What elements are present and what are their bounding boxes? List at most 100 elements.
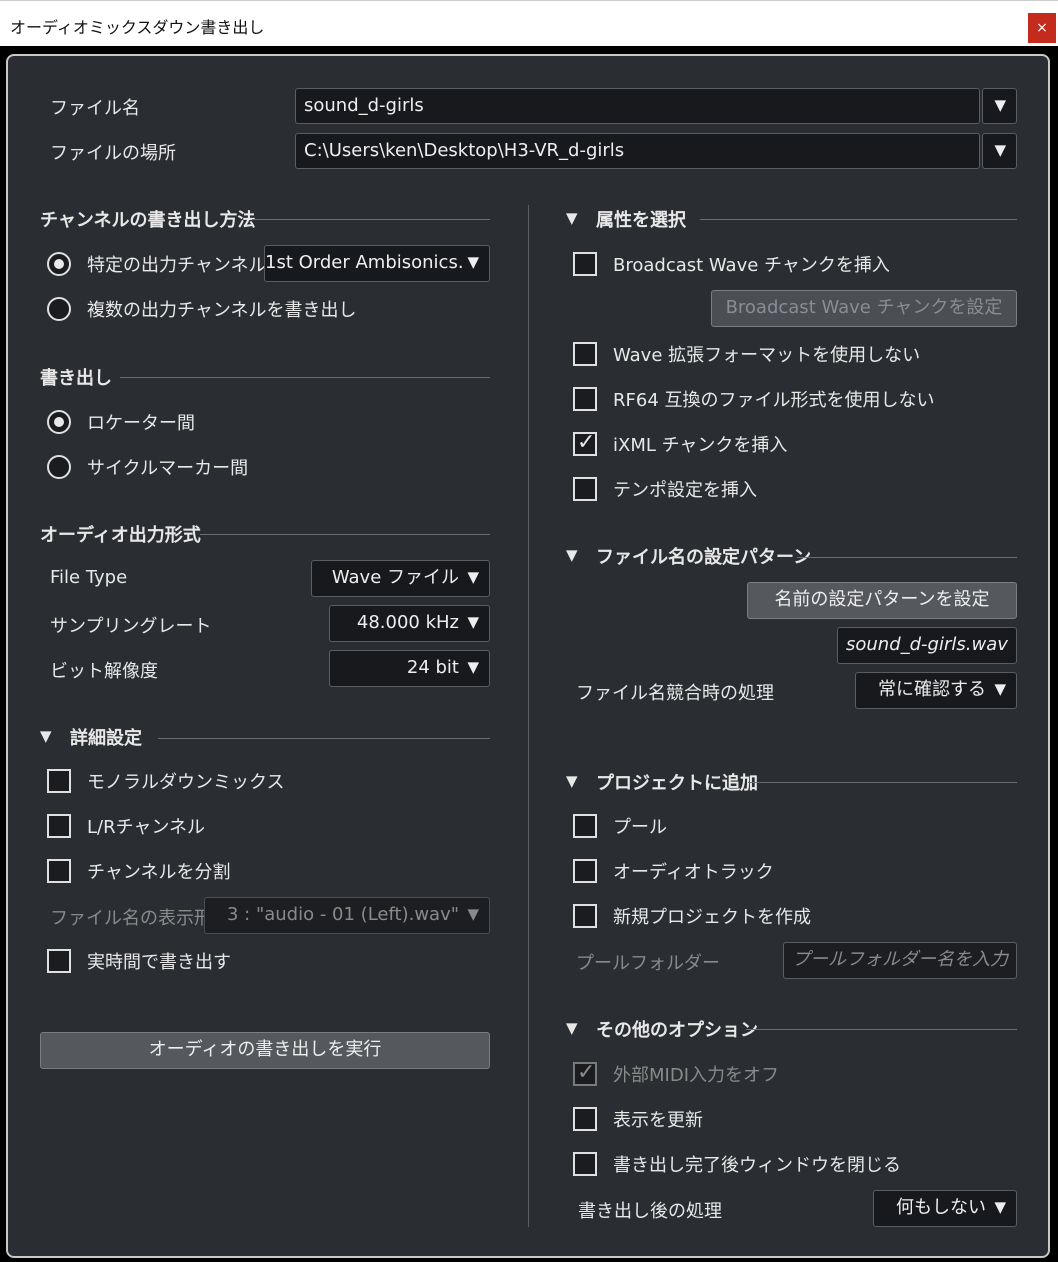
file-name-input[interactable]: sound_d-girls — [295, 88, 980, 124]
wave-ext-label: Wave 拡張フォーマットを使用しない — [613, 345, 921, 366]
realtime-export-label: 実時間で書き出す — [87, 952, 231, 973]
filename-preview: sound_d-girls.wav — [837, 627, 1017, 664]
close-after-label: 書き出し完了後ウィンドウを閉じる — [613, 1155, 901, 1176]
chevron-down-icon: ▼ — [467, 253, 479, 271]
run-export-button[interactable]: オーディオの書き出しを実行 — [40, 1032, 490, 1069]
export-section-title: 書き出し — [40, 368, 112, 389]
collapse-triangle-icon[interactable]: ▼ — [40, 727, 52, 745]
locators-radio[interactable] — [47, 410, 71, 434]
chevron-down-icon: ▼ — [994, 141, 1006, 159]
rf64-checkbox[interactable] — [573, 387, 597, 411]
chevron-down-icon: ▼ — [467, 613, 479, 631]
section-divider — [200, 534, 490, 535]
realtime-export-checkbox[interactable] — [47, 949, 71, 973]
multiple-outputs-label: 複数の出力チャンネルを書き出し — [87, 300, 357, 321]
refresh-display-checkbox[interactable] — [573, 1107, 597, 1131]
close-button[interactable]: × — [1028, 13, 1056, 43]
display-format-value: 3 : "audio - 01 (Left).wav" — [227, 904, 459, 925]
title-bar: オーディオミックスダウン書き出し × — [0, 0, 1058, 46]
file-location-label: ファイルの場所 — [50, 143, 176, 164]
audio-track-checkbox[interactable] — [573, 859, 597, 883]
tempo-checkbox[interactable] — [573, 477, 597, 501]
chevron-down-icon: ▼ — [994, 96, 1006, 114]
other-section-title: その他のオプション — [596, 1020, 758, 1041]
multiple-outputs-radio[interactable] — [47, 297, 71, 321]
attributes-section-title: 属性を選択 — [596, 210, 686, 231]
pool-checkbox[interactable] — [573, 814, 597, 838]
chevron-down-icon: ▼ — [467, 905, 479, 923]
sample-rate-label: サンプリングレート — [50, 616, 212, 637]
ixml-label: iXML チャンクを挿入 — [613, 435, 788, 456]
tempo-label: テンポ設定を挿入 — [613, 480, 757, 501]
lr-channels-label: L/Rチャンネル — [87, 817, 206, 838]
split-channels-checkbox[interactable] — [47, 859, 71, 883]
mono-downmix-checkbox[interactable] — [47, 769, 71, 793]
file-type-value: Wave ファイル — [331, 567, 459, 588]
audio-track-label: オーディオトラック — [613, 862, 774, 883]
midi-off-label: 外部MIDI入力をオフ — [613, 1065, 780, 1086]
collapse-triangle-icon[interactable]: ▼ — [566, 772, 578, 790]
sample-rate-value: 48.000 kHz — [356, 612, 459, 633]
output-channel-dropdown[interactable]: 1st Order Ambisonics. ▼ — [264, 245, 490, 282]
chevron-down-icon: ▼ — [994, 680, 1006, 698]
post-process-label: 書き出し後の処理 — [578, 1201, 722, 1222]
file-location-input[interactable]: C:\Users\ken\Desktop\H3-VR_d-girls — [295, 133, 980, 169]
sample-rate-dropdown[interactable]: 48.000 kHz ▼ — [329, 605, 490, 642]
section-divider — [120, 377, 490, 378]
midi-off-checkbox[interactable] — [573, 1060, 597, 1086]
section-divider — [158, 738, 490, 739]
close-after-checkbox[interactable] — [573, 1152, 597, 1176]
lr-channels-checkbox[interactable] — [47, 814, 71, 838]
rf64-label: RF64 互換のファイル形式を使用しない — [613, 390, 935, 411]
file-name-label: ファイル名 — [50, 98, 140, 119]
pool-label: プール — [613, 817, 667, 838]
chevron-down-icon: ▼ — [467, 658, 479, 676]
post-process-dropdown[interactable]: 何もしない ▼ — [873, 1190, 1017, 1227]
bwf-settings-button[interactable]: Broadcast Wave チャンクを設定 — [711, 290, 1017, 327]
display-format-dropdown[interactable]: 3 : "audio - 01 (Left).wav" ▼ — [204, 897, 490, 934]
file-name-dropdown-button[interactable]: ▼ — [982, 88, 1017, 124]
bit-depth-value: 24 bit — [406, 657, 459, 678]
pool-folder-label: プールフォルダー — [576, 953, 720, 974]
conflict-label: ファイル名競合時の処理 — [576, 683, 774, 704]
new-project-checkbox[interactable] — [573, 904, 597, 928]
display-format-label: ファイル名の表示形. — [50, 908, 218, 929]
locators-label: ロケーター間 — [87, 413, 195, 434]
format-section-title: オーディオ出力形式 — [40, 525, 201, 546]
ixml-checkbox[interactable] — [573, 430, 597, 456]
section-divider — [748, 782, 1017, 783]
bit-depth-dropdown[interactable]: 24 bit ▼ — [329, 650, 490, 687]
file-type-dropdown[interactable]: Wave ファイル ▼ — [311, 560, 490, 597]
output-channel-value: 1st Order Ambisonics. — [265, 252, 464, 273]
wave-ext-checkbox[interactable] — [573, 342, 597, 366]
column-divider — [528, 205, 529, 1227]
bwf-insert-checkbox[interactable] — [573, 252, 597, 276]
conflict-value: 常に確認する — [878, 679, 986, 700]
project-section-title: プロジェクトに追加 — [596, 773, 758, 794]
post-process-value: 何もしない — [896, 1197, 986, 1218]
split-channels-label: チャンネルを分割 — [87, 862, 231, 883]
collapse-triangle-icon[interactable]: ▼ — [566, 1019, 578, 1037]
naming-scheme-button[interactable]: 名前の設定パターンを設定 — [747, 582, 1017, 619]
cycle-markers-radio[interactable] — [47, 455, 71, 479]
file-location-dropdown-button[interactable]: ▼ — [982, 133, 1017, 169]
section-divider — [746, 1029, 1017, 1030]
collapse-triangle-icon[interactable]: ▼ — [566, 209, 578, 227]
chevron-down-icon: ▼ — [994, 1198, 1006, 1216]
channel-section-title: チャンネルの書き出し方法 — [40, 210, 256, 231]
new-project-label: 新規プロジェクトを作成 — [613, 907, 811, 928]
specific-output-radio[interactable] — [47, 252, 71, 276]
section-divider — [797, 557, 1017, 558]
conflict-dropdown[interactable]: 常に確認する ▼ — [855, 672, 1017, 709]
collapse-triangle-icon[interactable]: ▼ — [566, 546, 578, 564]
window-title: オーディオミックスダウン書き出し — [10, 18, 265, 37]
naming-section-title: ファイル名の設定パターン — [596, 547, 812, 568]
refresh-display-label: 表示を更新 — [613, 1110, 703, 1131]
pool-folder-input[interactable]: プールフォルダー名を入力 — [783, 942, 1017, 979]
chevron-down-icon: ▼ — [467, 568, 479, 586]
detail-section-title: 詳細設定 — [70, 728, 142, 749]
section-divider — [252, 219, 490, 220]
cycle-markers-label: サイクルマーカー間 — [87, 458, 249, 479]
bwf-insert-label: Broadcast Wave チャンクを挿入 — [613, 255, 890, 276]
specific-output-label: 特定の出力チャンネル — [87, 255, 267, 276]
